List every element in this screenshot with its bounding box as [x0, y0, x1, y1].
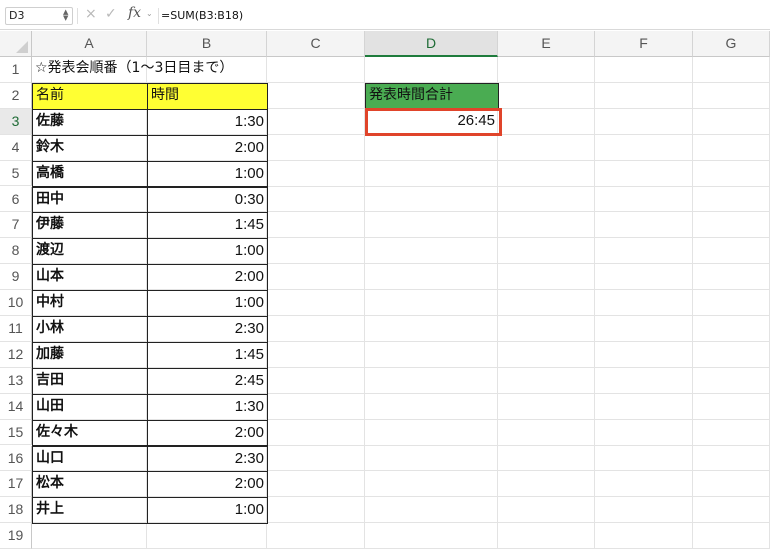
cell-name-13[interactable]: 吉田	[32, 367, 148, 395]
cell-name-3[interactable]: 佐藤	[32, 108, 148, 136]
cell-name-16[interactable]: 山口	[32, 445, 148, 473]
cell-time-13[interactable]: 2:45	[147, 367, 268, 395]
gridline	[692, 57, 693, 548]
cell-name-15[interactable]: 佐々木	[32, 419, 148, 447]
row-header-8[interactable]: 8	[0, 238, 32, 265]
cell-name-17[interactable]: 松本	[32, 471, 148, 499]
formula-input[interactable]: =SUM(B3:B18)	[161, 9, 243, 22]
cell-d2-total-label[interactable]: 発表時間合計	[365, 82, 499, 110]
column-header-d[interactable]: D	[365, 31, 498, 57]
column-header-c[interactable]: C	[267, 31, 365, 57]
cell-time-6[interactable]: 0:30	[147, 186, 268, 214]
row-header-3[interactable]: 3	[0, 108, 32, 135]
cell-a1-title[interactable]: ☆発表会順番（1〜3日目まで）	[32, 57, 267, 83]
row-header-4[interactable]: 4	[0, 134, 32, 161]
cell-time-5[interactable]: 1:00	[147, 160, 268, 188]
cell-name-9[interactable]: 山本	[32, 264, 148, 292]
select-all-button[interactable]	[0, 31, 32, 57]
formula-bar: D3 ▲ ▼ × ✓ fx ⌄ =SUM(B3:B18)	[0, 0, 770, 30]
cell-time-18[interactable]: 1:00	[147, 497, 268, 525]
enter-icon[interactable]: ✓	[105, 6, 117, 22]
row-header-16[interactable]: 16	[0, 445, 32, 472]
insert-function-icon[interactable]: fx	[128, 5, 141, 21]
cell-a2-header-name[interactable]: 名前	[32, 82, 148, 110]
cell-name-6[interactable]: 田中	[32, 186, 148, 214]
cell-time-15[interactable]: 2:00	[147, 419, 268, 447]
row-header-14[interactable]: 14	[0, 393, 32, 420]
row-header-6[interactable]: 6	[0, 186, 32, 213]
cell-name-5[interactable]: 高橋	[32, 160, 148, 188]
cell-time-10[interactable]: 1:00	[147, 290, 268, 317]
cell-name-12[interactable]: 加藤	[32, 341, 148, 369]
column-header-b[interactable]: B	[147, 31, 267, 57]
cell-time-9[interactable]: 2:00	[147, 264, 268, 292]
row-header-18[interactable]: 18	[0, 497, 32, 524]
row-header-5[interactable]: 5	[0, 160, 32, 187]
select-all-icon	[16, 41, 28, 53]
divider	[158, 8, 159, 24]
row-header-2[interactable]: 2	[0, 82, 32, 109]
row-header-17[interactable]: 17	[0, 471, 32, 498]
cell-time-8[interactable]: 1:00	[147, 238, 268, 266]
cell-name-7[interactable]: 伊藤	[32, 212, 148, 240]
row-header-15[interactable]: 15	[0, 419, 32, 446]
cell-time-14[interactable]: 1:30	[147, 393, 268, 421]
cell-name-11[interactable]: 小林	[32, 316, 148, 343]
cell-time-7[interactable]: 1:45	[147, 212, 268, 240]
name-box-stepper-icon[interactable]: ▲ ▼	[63, 9, 68, 22]
row-header-12[interactable]: 12	[0, 341, 32, 368]
row-header-1[interactable]: 1	[0, 57, 32, 83]
gridline	[594, 57, 595, 548]
cancel-icon[interactable]: ×	[85, 6, 97, 22]
cell-name-10[interactable]: 中村	[32, 290, 148, 317]
divider	[77, 8, 78, 24]
column-header-f[interactable]: F	[595, 31, 693, 57]
column-header-a[interactable]: A	[32, 31, 147, 57]
row-header-7[interactable]: 7	[0, 212, 32, 239]
cell-time-12[interactable]: 1:45	[147, 341, 268, 369]
active-cell-highlight	[365, 107, 502, 136]
row-header-10[interactable]: 10	[0, 290, 32, 316]
cell-time-11[interactable]: 2:30	[147, 316, 268, 343]
cell-time-16[interactable]: 2:30	[147, 445, 268, 473]
row-header-11[interactable]: 11	[0, 316, 32, 342]
cell-name-18[interactable]: 井上	[32, 497, 148, 525]
cell-name-4[interactable]: 鈴木	[32, 134, 148, 162]
cell-time-17[interactable]: 2:00	[147, 471, 268, 499]
row-header-9[interactable]: 9	[0, 264, 32, 291]
cell-b2-header-time[interactable]: 時間	[147, 82, 268, 110]
column-header-e[interactable]: E	[498, 31, 595, 57]
cell-time-3[interactable]: 1:30	[147, 108, 268, 136]
row-header-19[interactable]: 19	[0, 523, 32, 549]
cell-name-8[interactable]: 渡辺	[32, 238, 148, 266]
column-header-g[interactable]: G	[693, 31, 770, 57]
cell-name-14[interactable]: 山田	[32, 393, 148, 421]
chevron-down-icon[interactable]: ⌄	[146, 9, 153, 18]
row-header-13[interactable]: 13	[0, 367, 32, 394]
cell-time-4[interactable]: 2:00	[147, 134, 268, 162]
